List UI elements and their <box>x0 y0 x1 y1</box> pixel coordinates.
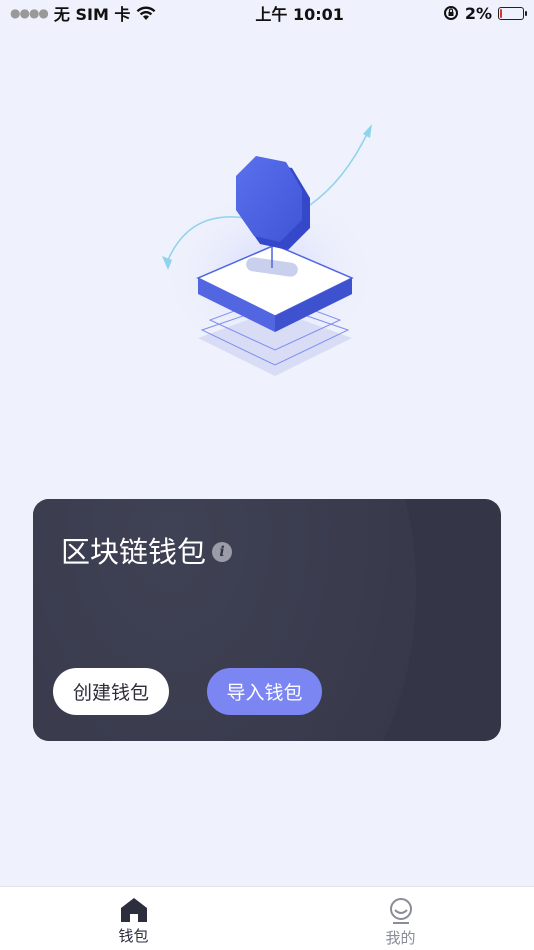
home-icon <box>120 898 147 922</box>
card-title: 区块链钱包 <box>61 535 207 569</box>
tab-mine-label: 我的 <box>385 929 416 947</box>
screen: ●●●● 无 SIM 卡 上午 10:01 2% 区块链钱包 i 创建钱包 导入… <box>0 0 534 950</box>
tab-wallet[interactable]: 钱包 <box>0 887 267 950</box>
tab-wallet-label: 钱包 <box>118 927 149 945</box>
carrier-text: 无 SIM 卡 <box>53 5 131 24</box>
info-icon[interactable]: i <box>212 541 233 562</box>
battery-level <box>500 8 502 18</box>
wifi-icon <box>137 6 156 20</box>
profile-icon <box>389 898 412 924</box>
tab-mine[interactable]: 我的 <box>267 887 534 950</box>
signal-icon: ●●●● <box>10 6 49 20</box>
wallet-illustration <box>160 124 380 376</box>
create-wallet-button[interactable]: 创建钱包 <box>53 668 169 715</box>
import-wallet-button[interactable]: 导入钱包 <box>207 668 322 715</box>
status-bar: ●●●● 无 SIM 卡 上午 10:01 2% <box>0 0 534 26</box>
rotation-lock-icon <box>443 6 458 20</box>
wallet-card: 区块链钱包 i 创建钱包 导入钱包 <box>33 499 501 741</box>
status-right: 2% <box>443 3 527 23</box>
status-left: ●●●● 无 SIM 卡 <box>10 1 156 25</box>
battery-icon <box>498 6 527 20</box>
tab-bar: 钱包 我的 <box>0 886 534 950</box>
clock: 上午 10:01 <box>255 5 344 24</box>
battery-percent: 2% <box>464 3 492 23</box>
card-title-row: 区块链钱包 i <box>61 529 233 571</box>
